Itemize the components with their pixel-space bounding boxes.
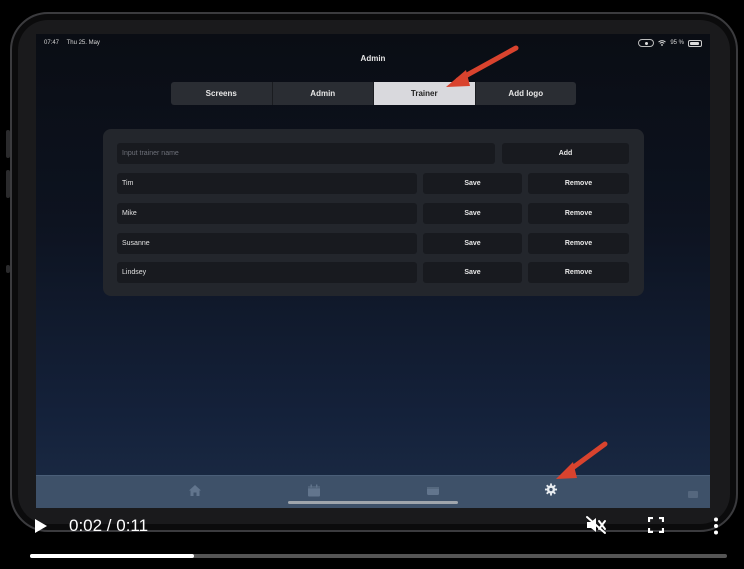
video-stage: 07:47 Thu 25. May 95 % Admin Screens Adm…: [0, 0, 744, 569]
remove-button[interactable]: Remove: [528, 233, 629, 254]
video-time: 0:02 / 0:11: [69, 516, 149, 535]
trainer-name-input[interactable]: Input trainer name: [117, 143, 495, 164]
home-icon[interactable]: [188, 484, 202, 497]
more-options-icon[interactable]: [713, 517, 719, 535]
volume-muted-icon[interactable]: [585, 515, 607, 535]
add-trainer-row: Input trainer name Add: [117, 143, 630, 164]
volume-button: [6, 130, 10, 158]
screen-record-icon: [638, 39, 655, 47]
remove-button[interactable]: Remove: [528, 203, 629, 224]
keyboard-icon: [688, 491, 698, 498]
save-button[interactable]: Save: [423, 262, 522, 283]
video-progress-bar[interactable]: [30, 554, 727, 558]
side-sensor: [6, 265, 10, 273]
remove-button[interactable]: Remove: [528, 262, 629, 283]
tab-admin[interactable]: Admin: [273, 82, 374, 105]
status-bar: 07:47 Thu 25. May 95 %: [44, 38, 702, 50]
page-title: Admin: [360, 54, 386, 63]
wifi-icon: [658, 40, 667, 46]
trainer-card: Input trainer name Add Tim Save Remove M…: [103, 129, 644, 296]
save-button[interactable]: Save: [423, 233, 522, 254]
trainer-row: Tim Save Remove: [117, 173, 630, 194]
video-controls: 0:02 / 0:11: [0, 508, 744, 548]
remove-button[interactable]: Remove: [528, 173, 629, 194]
trainer-row: Lindsey Save Remove: [117, 262, 630, 283]
fullscreen-icon[interactable]: [648, 517, 664, 533]
status-time: 07:47: [44, 40, 60, 46]
play-icon[interactable]: [33, 518, 49, 534]
trainer-name-field[interactable]: Tim: [117, 173, 417, 194]
trainer-name-field[interactable]: Lindsey: [117, 262, 417, 283]
annotation-arrow-icon: [556, 441, 608, 479]
trainer-name-field[interactable]: Mike: [117, 203, 417, 224]
home-indicator: [288, 501, 458, 504]
battery-percent: 95 %: [670, 40, 684, 46]
save-button[interactable]: Save: [423, 203, 522, 224]
battery-icon: [688, 39, 702, 47]
gear-icon[interactable]: [544, 483, 558, 496]
tray-icon[interactable]: [426, 484, 440, 497]
video-progress-fill: [30, 554, 194, 558]
add-trainer-button[interactable]: Add: [502, 143, 629, 164]
tab-screens[interactable]: Screens: [171, 82, 273, 105]
trainer-row: Susanne Save Remove: [117, 233, 630, 254]
trainer-row: Mike Save Remove: [117, 203, 630, 224]
status-date: Thu 25. May: [66, 40, 100, 46]
save-button[interactable]: Save: [423, 173, 522, 194]
calendar-icon[interactable]: [307, 484, 321, 497]
trainer-name-field[interactable]: Susanne: [117, 233, 417, 254]
annotation-arrow-icon: [446, 45, 519, 87]
volume-button: [6, 170, 10, 198]
ipad-screen: 07:47 Thu 25. May 95 % Admin Screens Adm…: [36, 34, 710, 508]
